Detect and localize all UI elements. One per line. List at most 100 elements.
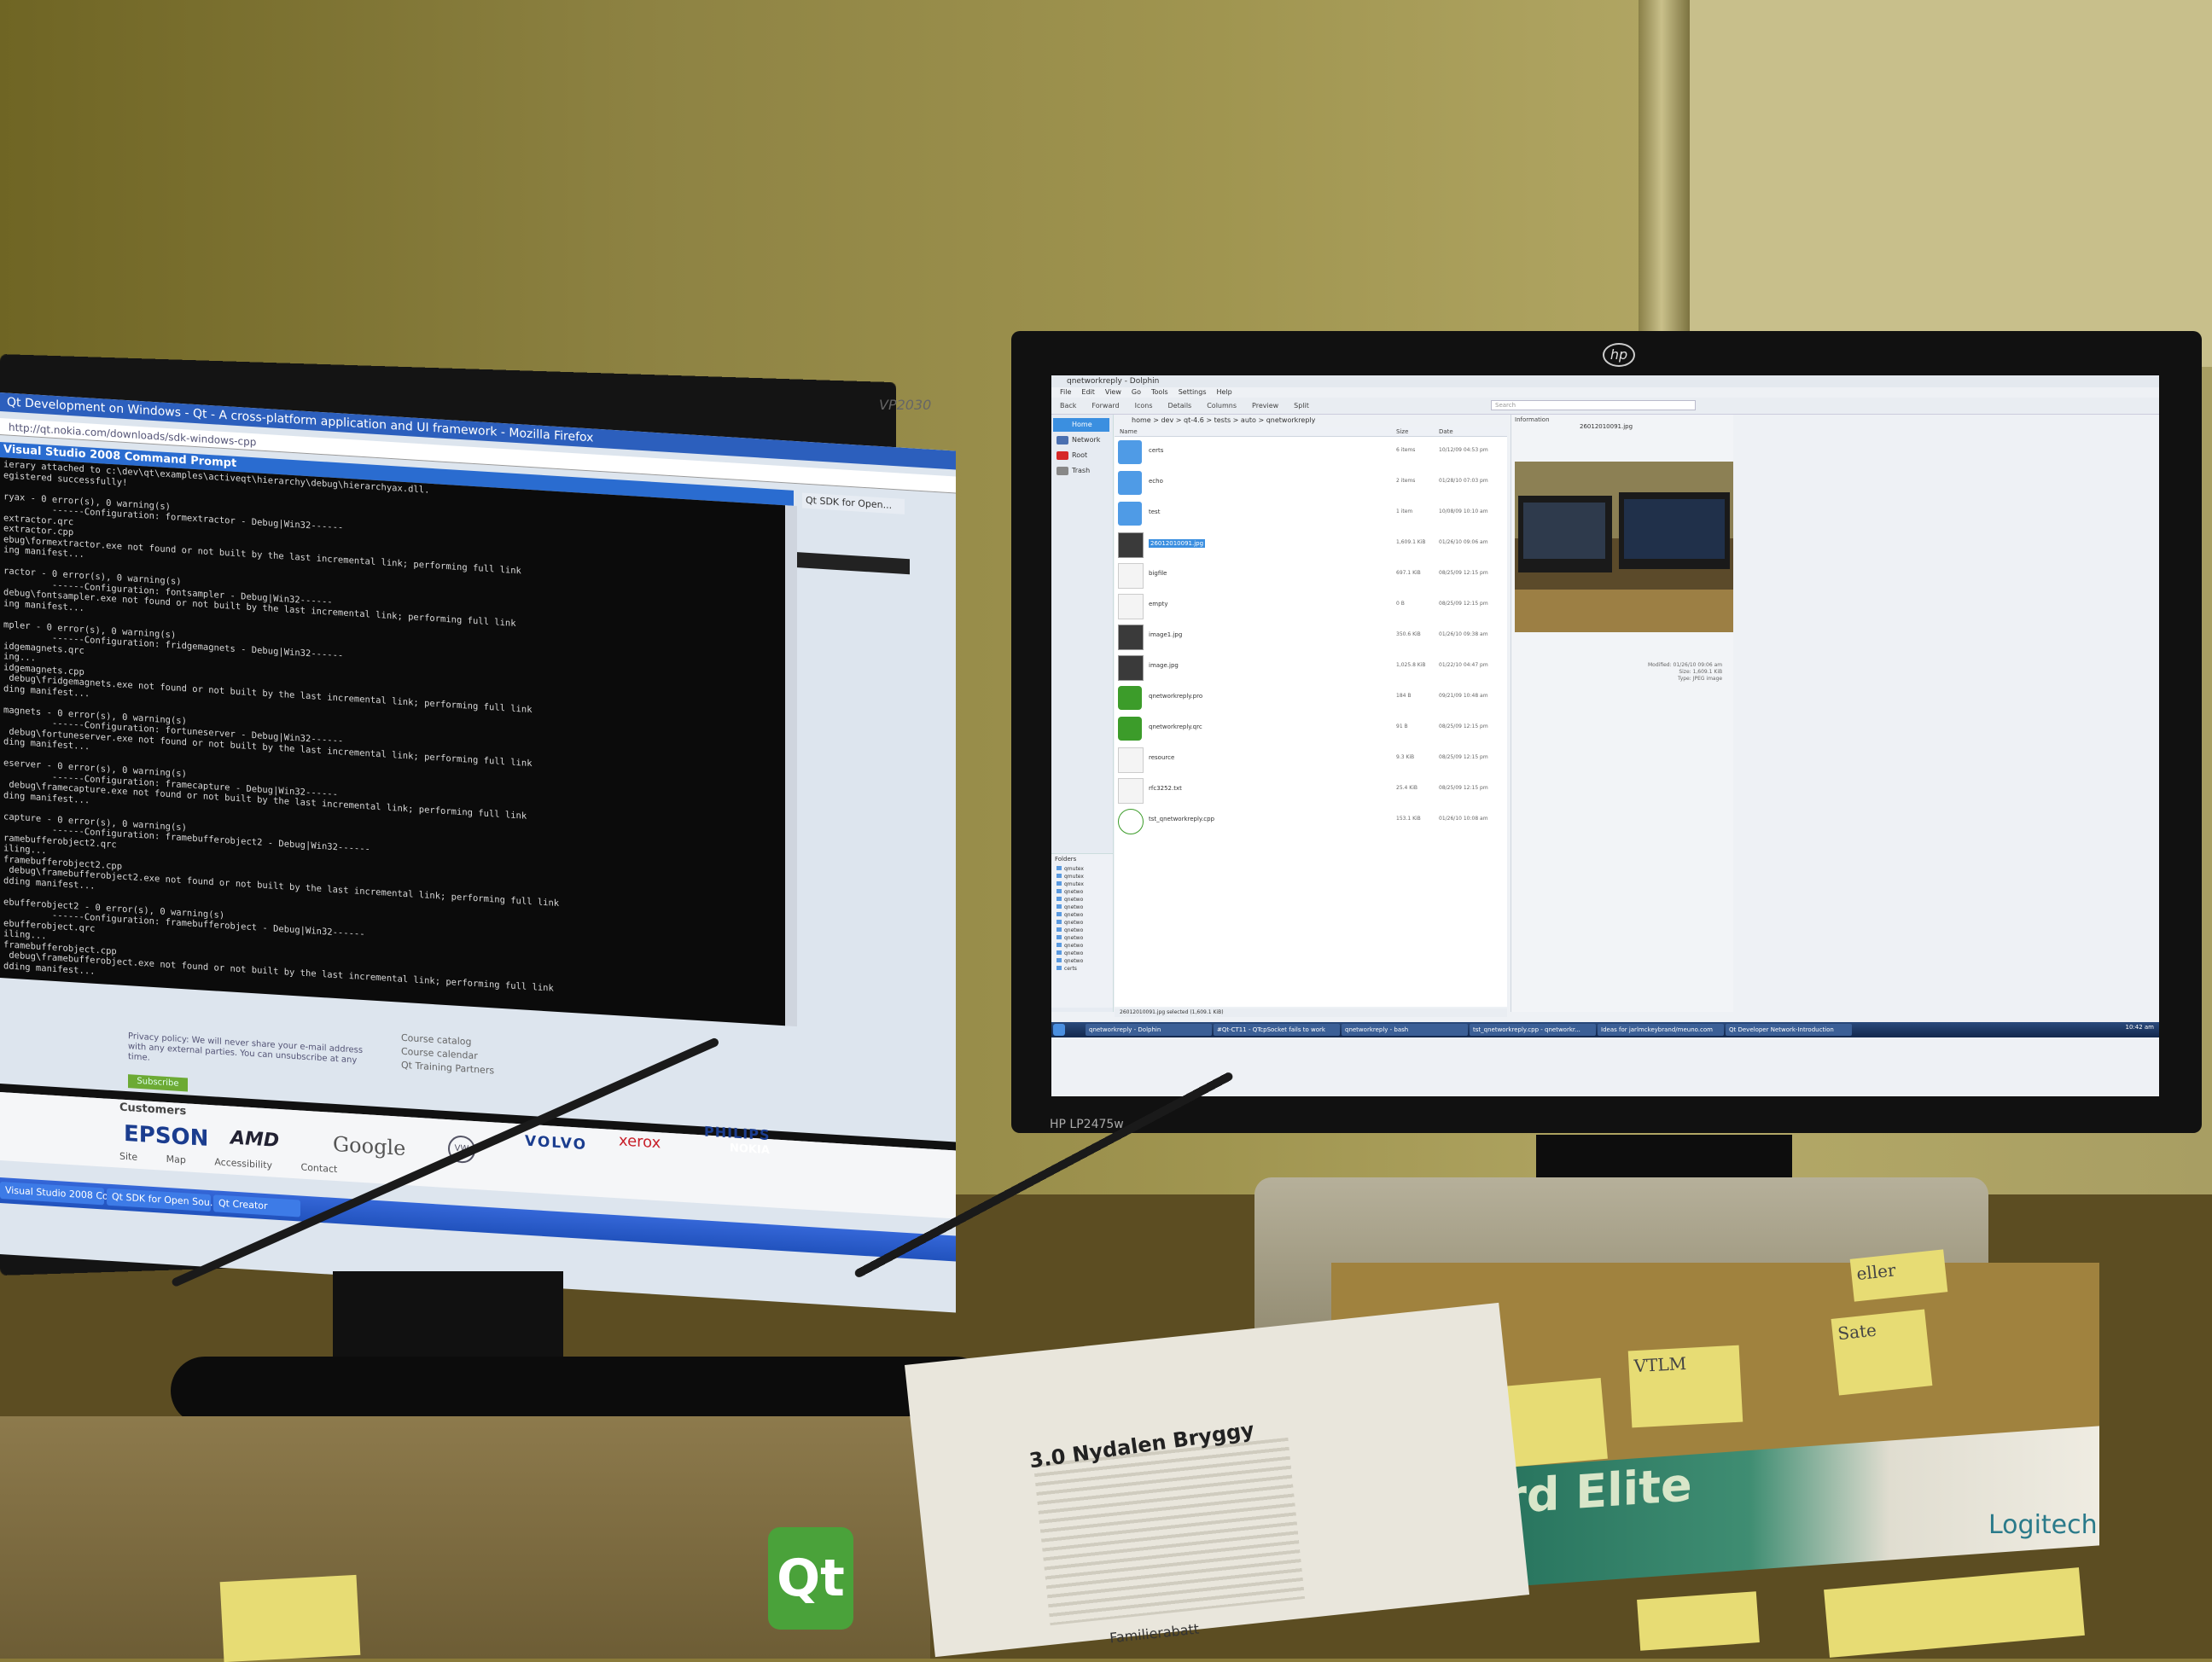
file-row[interactable]: bigfile 697.1 KiB 08/25/09 12:15 pm bbox=[1115, 560, 1507, 590]
place-root[interactable]: Root bbox=[1053, 449, 1109, 462]
file-row[interactable]: echo 2 items 01/28/10 07:03 pm bbox=[1115, 468, 1507, 498]
folder-tree-item[interactable]: qmutex bbox=[1057, 881, 1108, 888]
dolphin-menu-bar[interactable]: File Edit View Go Tools Settings Help bbox=[1051, 387, 2159, 398]
toolbar-button-columns[interactable]: Columns bbox=[1207, 402, 1237, 410]
menu-item-help[interactable]: Help bbox=[1217, 388, 1232, 396]
file-row[interactable]: rfc3252.txt 25.4 KiB 08/25/09 12:15 pm bbox=[1115, 775, 1507, 805]
place-home[interactable]: Home bbox=[1053, 418, 1109, 432]
folder-tree-item[interactable]: qnetwo bbox=[1057, 889, 1108, 896]
place-trash[interactable]: Trash bbox=[1053, 464, 1109, 478]
taskbar-item-firefox[interactable]: Qt SDK for Open Sou... bbox=[107, 1188, 218, 1212]
toolbar-button-icons[interactable]: Icons bbox=[1135, 402, 1153, 410]
privacy-note: Privacy policy: We will never share your… bbox=[128, 1031, 364, 1066]
customer-logo-xerox: xerox bbox=[619, 1131, 661, 1153]
file-row[interactable]: image1.jpg 350.6 KiB 01/26/10 09:38 am bbox=[1115, 621, 1507, 652]
folder-tree-item[interactable]: qmutex bbox=[1057, 866, 1108, 873]
folder-tree-label: qnetwo bbox=[1064, 897, 1084, 903]
folder-icon bbox=[1057, 874, 1062, 878]
file-row[interactable]: certs 6 items 10/12/09 04:53 pm bbox=[1115, 437, 1507, 468]
place-label: Trash bbox=[1072, 467, 1091, 474]
training-links: Course catalog Course calendar Qt Traini… bbox=[401, 1031, 494, 1078]
file-date: 10/12/09 04:53 pm bbox=[1439, 447, 1488, 453]
file-row[interactable]: qnetworkreply.pro 184 B 09/21/09 10:48 am bbox=[1115, 683, 1507, 713]
file-row[interactable]: tst_qnetworkreply.cpp 153.1 KiB 01/26/10 1… bbox=[1115, 805, 1507, 836]
qt-file-icon bbox=[1118, 717, 1142, 741]
file-row[interactable]: empty 0 B 08/25/09 12:15 pm bbox=[1115, 590, 1507, 621]
file-date: 01/22/10 04:47 pm bbox=[1439, 662, 1488, 668]
toolbar-button-preview[interactable]: Preview bbox=[1252, 402, 1278, 410]
folder-tree-item[interactable]: qnetwo bbox=[1057, 943, 1108, 950]
right-monitor-model: HP LP2475w bbox=[1050, 1118, 1124, 1131]
folder-icon bbox=[1057, 958, 1062, 962]
taskbar-item-visual-studio[interactable]: Visual Studio 2008 Co... bbox=[0, 1182, 117, 1206]
panel-task[interactable]: Qt Developer Network-Introduction bbox=[1726, 1024, 1852, 1036]
file-name: tst_qnetworkreply.cpp bbox=[1149, 816, 1215, 822]
folder-tree-item[interactable]: certs bbox=[1057, 966, 1108, 973]
cmd-console-output[interactable]: ierary attached to c:\dev\qt\examples\ac… bbox=[0, 457, 785, 1026]
folder-tree-item[interactable]: qnetwo bbox=[1057, 912, 1108, 919]
file-row[interactable]: qnetworkreply.qrc 91 B 08/25/09 12:15 pm bbox=[1115, 713, 1507, 744]
place-label: Root bbox=[1072, 451, 1088, 459]
home-icon bbox=[1057, 421, 1068, 429]
place-network[interactable]: Network bbox=[1053, 433, 1109, 447]
file-size: 350.6 KiB bbox=[1396, 631, 1421, 637]
logitech-logo: Logitech bbox=[1988, 1510, 2098, 1540]
folder-tree-item[interactable]: qnetwo bbox=[1057, 904, 1108, 911]
menu-item-view[interactable]: View bbox=[1105, 388, 1121, 396]
menu-item-go[interactable]: Go bbox=[1132, 388, 1141, 396]
toolbar-button-details[interactable]: Details bbox=[1167, 402, 1191, 410]
folder-tree-label: qmutex bbox=[1064, 881, 1084, 887]
folder-tree-item[interactable]: qmutex bbox=[1057, 874, 1108, 880]
file-date: 10/08/09 10:10 am bbox=[1439, 508, 1488, 514]
toolbar-button-forward[interactable]: Forward bbox=[1091, 402, 1119, 410]
file-row[interactable]: test 1 item 10/08/09 10:10 am bbox=[1115, 498, 1507, 529]
panel-task[interactable]: Ideas for jarlmckeybrand/meuno.com bbox=[1598, 1024, 1724, 1036]
panel-clock[interactable]: 10:42 am bbox=[2125, 1024, 2154, 1031]
file-row[interactable]: image.jpg 1,025.8 KiB 01/22/10 04:47 pm bbox=[1115, 652, 1507, 683]
file-size: 0 B bbox=[1396, 601, 1405, 607]
folder-tree-item[interactable]: qnetwo bbox=[1057, 920, 1108, 927]
column-date[interactable]: Date bbox=[1439, 427, 1453, 437]
information-panel: Information 26012010091.jpg Modified: 01… bbox=[1511, 415, 1733, 1012]
folder-tree-item[interactable]: qnetwo bbox=[1057, 897, 1108, 904]
column-name[interactable]: Name bbox=[1120, 427, 1138, 437]
folder-tree-label: qnetwo bbox=[1064, 935, 1084, 941]
folder-icon bbox=[1057, 866, 1062, 870]
cmd-scrollbar[interactable] bbox=[785, 505, 797, 1027]
folder-tree-label: qnetwo bbox=[1064, 912, 1084, 918]
customer-logo-amd: AMD bbox=[230, 1127, 280, 1153]
toolbar-button-split[interactable]: Split bbox=[1294, 402, 1309, 410]
search-input[interactable]: Search bbox=[1491, 400, 1696, 410]
menu-item-edit[interactable]: Edit bbox=[1081, 388, 1095, 396]
panel-task[interactable]: qnetworkreply - bash bbox=[1342, 1024, 1468, 1036]
file-date: 01/28/10 07:03 pm bbox=[1439, 478, 1488, 484]
folder-tree-item[interactable]: qnetwo bbox=[1057, 958, 1108, 965]
kde-panel: 10:42 am qnetworkreply - Dolphin #Qt-CT11… bbox=[1051, 1022, 2159, 1037]
toolbar-button-back[interactable]: Back bbox=[1060, 402, 1076, 410]
sticky-note-sate: Sate bbox=[1831, 1309, 1933, 1396]
column-size[interactable]: Size bbox=[1396, 427, 1408, 437]
menu-item-tools[interactable]: Tools bbox=[1151, 388, 1168, 396]
folder-tree-item[interactable]: qnetwo bbox=[1057, 935, 1108, 942]
document-icon bbox=[1118, 778, 1144, 804]
panel-task[interactable]: tst_qnetworkreply.cpp - qnetworkr... bbox=[1470, 1024, 1596, 1036]
kde-menu-icon[interactable] bbox=[1053, 1024, 1065, 1036]
information-file-name: 26012010091.jpg bbox=[1580, 423, 1633, 430]
file-row[interactable]: resource 9.3 KiB 08/25/09 12:15 pm bbox=[1115, 744, 1507, 775]
folder-tree-item[interactable]: qnetwo bbox=[1057, 950, 1108, 957]
folder-tree-item[interactable]: qnetwo bbox=[1057, 927, 1108, 934]
file-row[interactable]: 26012010091.jpg 1,609.1 KiB 01/26/10 09:06… bbox=[1115, 529, 1507, 560]
breadcrumb[interactable]: home > dev > qt-4.6 > tests > auto > qne… bbox=[1115, 415, 1507, 427]
panel-task[interactable]: qnetworkreply - Dolphin bbox=[1086, 1024, 1212, 1036]
file-size: 25.4 KiB bbox=[1396, 785, 1417, 791]
panel-task[interactable]: #Qt-CT11 - QTcpSocket fails to work bbox=[1214, 1024, 1340, 1036]
customer-logo-epson: EPSON bbox=[124, 1120, 209, 1152]
document-icon bbox=[1118, 747, 1144, 773]
taskbar-item-qt-creator[interactable]: Qt Creator bbox=[213, 1194, 300, 1217]
menu-item-settings[interactable]: Settings bbox=[1179, 388, 1207, 396]
file-size: 153.1 KiB bbox=[1396, 816, 1421, 822]
menu-item-file[interactable]: File bbox=[1060, 388, 1071, 396]
subscribe-button[interactable]: Subscribe bbox=[128, 1074, 188, 1092]
browser-tab[interactable]: Qt SDK for Open... bbox=[802, 492, 905, 514]
file-date: 08/25/09 12:15 pm bbox=[1439, 570, 1488, 576]
